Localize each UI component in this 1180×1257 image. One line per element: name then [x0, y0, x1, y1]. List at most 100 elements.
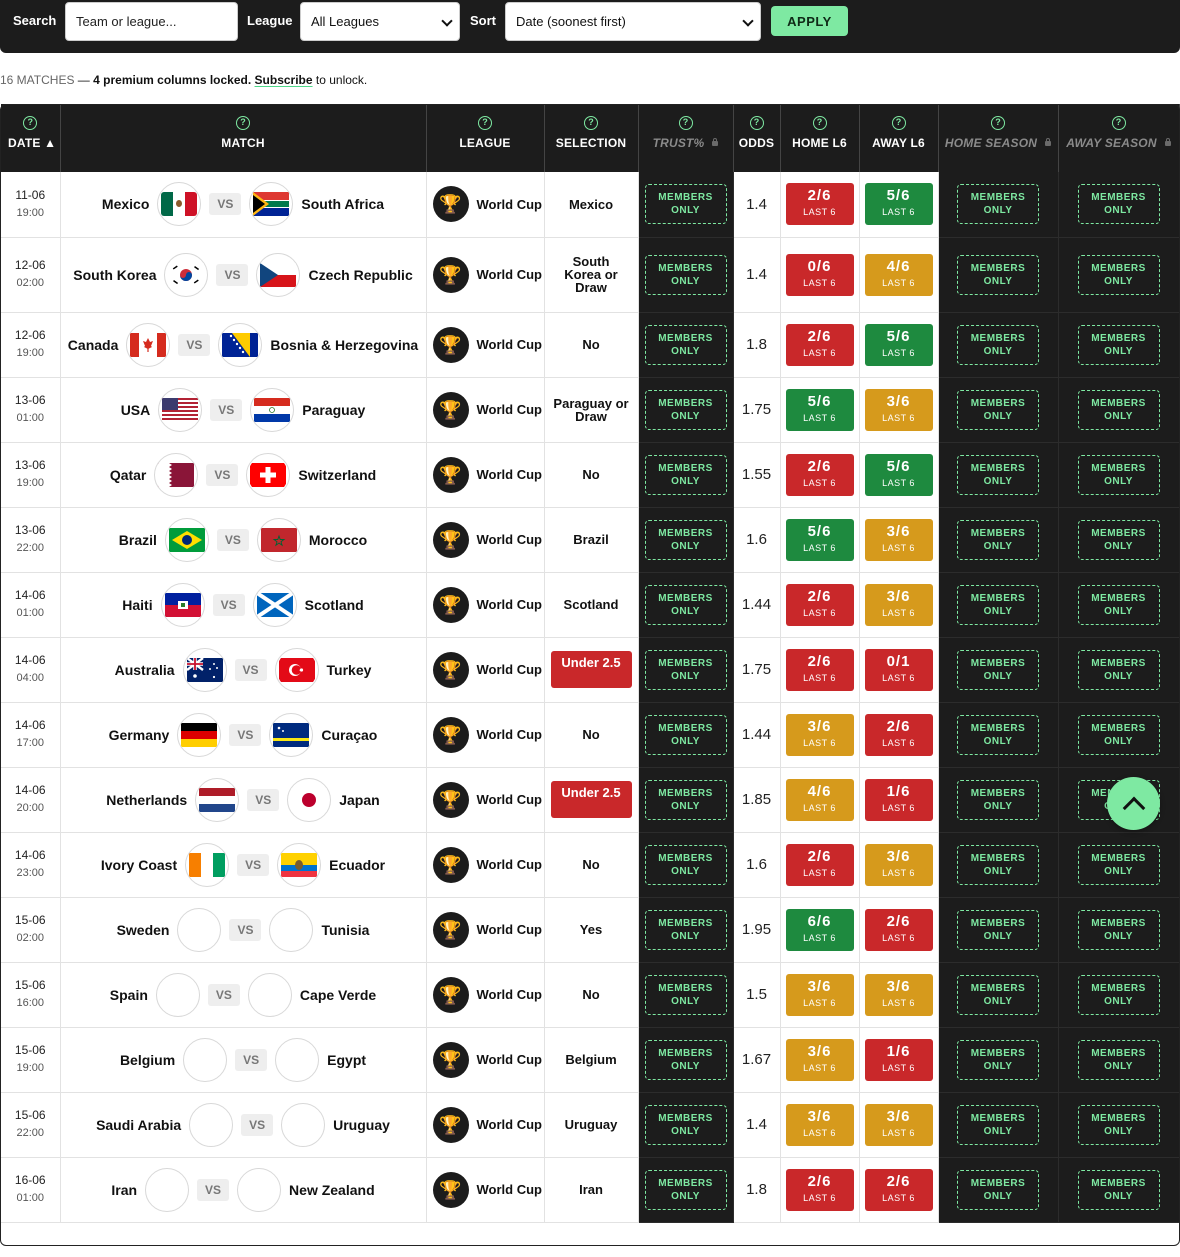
search-input[interactable] [65, 2, 238, 41]
table-row[interactable]: 13-06 01:00 USA VS Paraguay 🏆 World Cup … [1, 377, 1180, 443]
table-row[interactable]: 11-06 19:00 Mexico VS South Africa 🏆 Wor… [1, 172, 1180, 238]
members-only-badge[interactable]: MEMBERSONLY [957, 324, 1039, 365]
members-only-badge[interactable]: MEMBERSONLY [644, 779, 727, 820]
members-only-badge[interactable]: MEMBERSONLY [957, 974, 1039, 1015]
table-row[interactable]: 14-06 01:00 Haiti VS Scotland 🏆 World Cu… [1, 572, 1180, 638]
members-only-badge[interactable]: MEMBERSONLY [957, 184, 1039, 225]
members-only-badge[interactable]: MEMBERSONLY [1077, 714, 1160, 755]
match-cell[interactable]: Netherlands VS Japan [60, 767, 427, 833]
members-only-badge[interactable]: MEMBERSONLY [1077, 389, 1160, 430]
table-row[interactable]: 12-06 19:00 Canada VS Bosnia & Herzegovi… [1, 312, 1180, 378]
members-only-badge[interactable]: MEMBERSONLY [957, 519, 1039, 560]
members-only-badge[interactable]: MEMBERSONLY [957, 1104, 1039, 1145]
match-cell[interactable]: Canada VS Bosnia & Herzegovina [60, 312, 427, 378]
members-only-badge[interactable]: MEMBERSONLY [957, 714, 1039, 755]
members-only-badge[interactable]: MEMBERSONLY [1077, 1104, 1160, 1145]
header-date[interactable]: ? DATE ▲ [1, 104, 61, 172]
table-row[interactable]: 13-06 19:00 Qatar VS Switzerland 🏆 World… [1, 442, 1180, 508]
match-cell[interactable]: Sweden VS Tunisia [60, 897, 427, 963]
members-only-badge[interactable]: MEMBERSONLY [644, 584, 727, 625]
sort-select[interactable]: Date (soonest first) [505, 2, 761, 41]
match-cell[interactable]: Iran VS New Zealand [60, 1157, 427, 1223]
members-only-badge[interactable]: MEMBERSONLY [1077, 519, 1160, 560]
table-row[interactable]: 14-06 17:00 Germany VS Curaçao 🏆 World C… [1, 702, 1180, 768]
scroll-to-top-button[interactable] [1107, 777, 1160, 830]
subscribe-link[interactable]: Subscribe [255, 73, 313, 87]
match-cell[interactable]: South Korea VS Czech Republic [60, 237, 427, 313]
members-only-badge[interactable]: MEMBERSONLY [644, 1039, 727, 1080]
header-match[interactable]: ? MATCH [60, 104, 427, 172]
members-only-badge[interactable]: MEMBERSONLY [957, 254, 1039, 295]
table-row[interactable]: 15-06 22:00 Saudi Arabia VS Uruguay 🏆 Wo… [1, 1092, 1180, 1158]
members-only-badge[interactable]: MEMBERSONLY [957, 909, 1039, 950]
help-icon[interactable]: ? [812, 116, 827, 130]
league-select[interactable]: All Leagues [300, 2, 460, 41]
members-only-badge[interactable]: MEMBERSONLY [644, 254, 727, 295]
table-row[interactable]: 14-06 23:00 Ivory Coast VS Ecuador 🏆 Wor… [1, 832, 1180, 898]
match-cell[interactable]: Haiti VS Scotland [60, 572, 427, 638]
match-cell[interactable]: Mexico VS South Africa [60, 172, 427, 238]
members-only-badge[interactable]: MEMBERSONLY [957, 584, 1039, 625]
help-icon[interactable]: ? [1111, 116, 1126, 130]
members-only-badge[interactable]: MEMBERSONLY [1077, 844, 1160, 885]
header-league[interactable]: ? LEAGUE [426, 104, 545, 172]
members-only-badge[interactable]: MEMBERSONLY [1077, 454, 1160, 495]
table-row[interactable]: 15-06 16:00 Spain VS Cape Verde 🏆 World … [1, 962, 1180, 1028]
match-cell[interactable]: USA VS Paraguay [60, 377, 427, 443]
members-only-badge[interactable]: MEMBERSONLY [957, 1169, 1039, 1210]
members-only-badge[interactable]: MEMBERSONLY [1077, 324, 1160, 365]
table-row[interactable]: 15-06 19:00 Belgium VS Egypt 🏆 World Cup… [1, 1027, 1180, 1093]
members-only-badge[interactable]: MEMBERSONLY [644, 324, 727, 365]
header-home-l6[interactable]: ? HOME L6 [780, 104, 860, 172]
members-only-badge[interactable]: MEMBERSONLY [957, 389, 1039, 430]
match-cell[interactable]: Australia VS Turkey [60, 637, 427, 703]
members-only-badge[interactable]: MEMBERSONLY [644, 1104, 727, 1145]
table-row[interactable]: 13-06 22:00 Brazil VS Morocco 🏆 World Cu… [1, 507, 1180, 573]
table-row[interactable]: 14-06 20:00 Netherlands VS Japan 🏆 World… [1, 767, 1180, 833]
match-cell[interactable]: Spain VS Cape Verde [60, 962, 427, 1028]
members-only-badge[interactable]: MEMBERSONLY [644, 519, 727, 560]
members-only-badge[interactable]: MEMBERSONLY [644, 844, 727, 885]
members-only-badge[interactable]: MEMBERSONLY [1077, 1169, 1160, 1210]
members-only-badge[interactable]: MEMBERSONLY [1077, 184, 1160, 225]
members-only-badge[interactable]: MEMBERSONLY [1077, 909, 1160, 950]
members-only-badge[interactable]: MEMBERSONLY [644, 649, 727, 690]
members-only-badge[interactable]: MEMBERSONLY [1077, 1039, 1160, 1080]
help-icon[interactable]: ? [891, 116, 906, 130]
match-cell[interactable]: Ivory Coast VS Ecuador [60, 832, 427, 898]
match-cell[interactable]: Brazil VS Morocco [60, 507, 427, 573]
match-cell[interactable]: Belgium VS Egypt [60, 1027, 427, 1093]
members-only-badge[interactable]: MEMBERSONLY [644, 389, 727, 430]
help-icon[interactable]: ? [991, 116, 1005, 130]
table-row[interactable]: 16-06 01:00 Iran VS New Zealand 🏆 World … [1, 1157, 1180, 1223]
members-only-badge[interactable]: MEMBERSONLY [644, 909, 727, 950]
help-icon[interactable]: ? [236, 116, 250, 130]
members-only-badge[interactable]: MEMBERSONLY [644, 974, 727, 1015]
header-odds[interactable]: ? ODDS [733, 104, 781, 172]
table-row[interactable]: 15-06 02:00 Sweden VS Tunisia 🏆 World Cu… [1, 897, 1180, 963]
members-only-badge[interactable]: MEMBERSONLY [644, 184, 727, 225]
header-away-l6[interactable]: ? AWAY L6 [859, 104, 939, 172]
members-only-badge[interactable]: MEMBERSONLY [644, 714, 727, 755]
table-row[interactable]: 12-06 02:00 South Korea VS Czech Republi… [1, 237, 1180, 313]
members-only-badge[interactable]: MEMBERSONLY [957, 454, 1039, 495]
help-icon[interactable]: ? [584, 116, 598, 130]
help-icon[interactable]: ? [478, 116, 492, 130]
match-cell[interactable]: Germany VS Curaçao [60, 702, 427, 768]
members-only-badge[interactable]: MEMBERSONLY [957, 844, 1039, 885]
members-only-badge[interactable]: MEMBERSONLY [1077, 974, 1160, 1015]
table-row[interactable]: 14-06 04:00 Australia VS Turkey 🏆 World … [1, 637, 1180, 703]
members-only-badge[interactable]: MEMBERSONLY [1077, 584, 1160, 625]
match-cell[interactable]: Saudi Arabia VS Uruguay [60, 1092, 427, 1158]
help-icon[interactable]: ? [678, 116, 693, 130]
members-only-badge[interactable]: MEMBERSONLY [957, 649, 1039, 690]
header-selection[interactable]: ? SELECTION [544, 104, 639, 172]
members-only-badge[interactable]: MEMBERSONLY [1077, 254, 1160, 295]
members-only-badge[interactable]: MEMBERSONLY [644, 1169, 727, 1210]
members-only-badge[interactable]: MEMBERSONLY [957, 779, 1039, 820]
apply-button[interactable]: APPLY [771, 6, 848, 36]
members-only-badge[interactable]: MEMBERSONLY [1077, 649, 1160, 690]
match-cell[interactable]: Qatar VS Switzerland [60, 442, 427, 508]
help-icon[interactable]: ? [23, 116, 38, 130]
members-only-badge[interactable]: MEMBERSONLY [957, 1039, 1039, 1080]
